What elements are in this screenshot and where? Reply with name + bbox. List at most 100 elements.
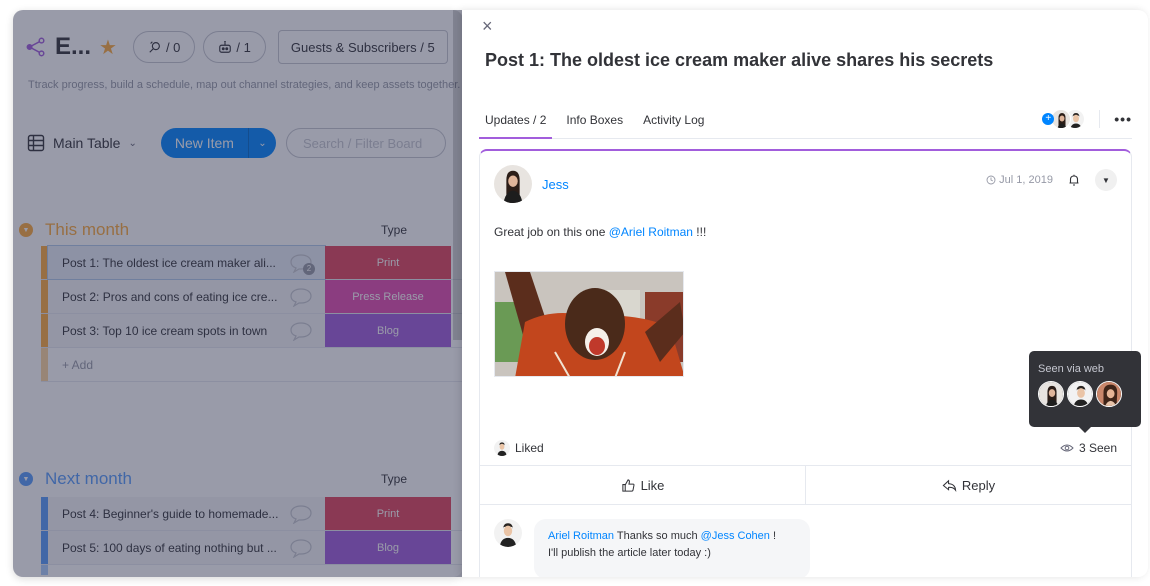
- reply-text: Thanks so much: [614, 530, 701, 542]
- tab-updates[interactable]: Updates / 2: [478, 106, 553, 139]
- new-item-button[interactable]: New Item ⌄: [160, 128, 276, 158]
- reply-text-line2: I'll publish the article later today :): [548, 547, 711, 559]
- group-collapse-icon[interactable]: ▼: [19, 472, 33, 486]
- group-collapse-icon[interactable]: ▼: [19, 223, 33, 237]
- avatar[interactable]: [494, 519, 522, 547]
- add-item-row[interactable]: + Add: [41, 348, 463, 382]
- row-group-indicator: [41, 565, 48, 575]
- row-group-indicator: [41, 314, 48, 347]
- view-selector[interactable]: Main Table ⌄: [27, 134, 137, 152]
- star-icon[interactable]: ★: [99, 35, 117, 60]
- activity-search-icon: [149, 41, 160, 53]
- liked-by[interactable]: Liked: [494, 440, 544, 456]
- robot-icon: [219, 41, 232, 53]
- item-name-cell[interactable]: Post 1: The oldest ice cream maker ali..…: [47, 245, 326, 280]
- more-options-icon[interactable]: •••: [1114, 111, 1132, 127]
- updates-bubble-icon[interactable]: [289, 321, 313, 342]
- board-description[interactable]: Ttrack progress, build a schedule, map o…: [28, 77, 463, 93]
- update-card: Jess Jul 1, 2019 ▼ Great job on this one…: [479, 149, 1141, 577]
- type-cell[interactable]: Blog: [325, 531, 451, 564]
- avatar: [1038, 381, 1064, 407]
- body-text: !!!: [692, 225, 707, 239]
- row-group-indicator: [41, 348, 48, 381]
- group-title[interactable]: Next month: [45, 469, 132, 489]
- row-group-indicator: [41, 497, 48, 530]
- item-name: Post 4: Beginner's guide to homemade...: [62, 506, 279, 521]
- row-group-indicator: [41, 531, 48, 564]
- board-toolbar: Main Table ⌄ New Item ⌄ Search / Filter …: [27, 128, 446, 158]
- reply-label: Reply: [961, 477, 996, 493]
- table-row[interactable]: Post 1: The oldest ice cream maker ali..…: [41, 245, 463, 280]
- avatar[interactable]: [494, 165, 532, 203]
- item-name: Post 2: Pros and cons of eating ice cre.…: [62, 289, 278, 304]
- group-this-month: ▼ This month Type Post 1: The oldest ice…: [19, 218, 463, 382]
- update-date: Jul 1, 2019: [986, 174, 1053, 186]
- update-menu-button[interactable]: ▼: [1095, 169, 1117, 191]
- item-subscribers[interactable]: + •••: [1042, 106, 1132, 132]
- updates-bubble-icon[interactable]: [289, 538, 313, 559]
- item-name-cell[interactable]: Post 3: Top 10 ice cream spots in town: [48, 314, 325, 347]
- type-cell[interactable]: Print: [325, 497, 451, 530]
- group-title[interactable]: This month: [45, 220, 129, 240]
- table-row[interactable]: Post 2: Pros and cons of eating ice cre.…: [41, 280, 463, 314]
- likes-row: Liked 3 Seen: [494, 437, 1117, 459]
- updates-count: 2: [303, 262, 315, 275]
- reply-button[interactable]: Reply: [805, 466, 1131, 504]
- tab-activity-log[interactable]: Activity Log: [643, 106, 704, 138]
- search-filter-input[interactable]: Search / Filter Board: [285, 128, 446, 158]
- reply-item: Ariel Roitman Thanks so much @Jess Cohen…: [494, 519, 810, 577]
- reply-bubble: Ariel Roitman Thanks so much @Jess Cohen…: [534, 519, 810, 577]
- bell-icon[interactable]: [1067, 173, 1081, 187]
- column-header-type[interactable]: Type: [381, 472, 407, 486]
- activity-button[interactable]: / 0: [132, 31, 196, 63]
- divider: [1099, 110, 1101, 128]
- mention-link[interactable]: @Jess Cohen: [701, 530, 770, 542]
- like-label: Like: [640, 477, 665, 493]
- activity-count: / 0: [165, 39, 181, 55]
- table-row[interactable]: Post 5: 100 days of eating nothing but .…: [41, 531, 463, 565]
- avatar: [494, 440, 510, 456]
- view-label: Main Table: [53, 135, 121, 151]
- board-view: E... ★ / 0 / 1 Guests & Subscribers / 5 …: [13, 10, 463, 577]
- item-name: Post 3: Top 10 ice cream spots in town: [62, 323, 268, 338]
- updates-bubble-icon[interactable]: [289, 287, 313, 308]
- automation-count: / 1: [236, 39, 251, 55]
- item-name-cell[interactable]: Post 2: Pros and cons of eating ice cre.…: [48, 280, 325, 313]
- seen-count[interactable]: 3 Seen: [1060, 441, 1117, 455]
- like-button[interactable]: Like: [480, 466, 805, 504]
- item-name-cell[interactable]: Post 4: Beginner's guide to homemade...: [48, 497, 325, 530]
- guests-subscribers-button[interactable]: Guests & Subscribers / 5: [277, 30, 448, 64]
- table-row[interactable]: Post 3: Top 10 ice cream spots in town B…: [41, 314, 463, 348]
- column-header-type[interactable]: Type: [381, 223, 407, 237]
- type-cell[interactable]: Blog: [325, 314, 451, 347]
- close-icon[interactable]: ×: [482, 16, 493, 37]
- table-row: [41, 565, 463, 575]
- tab-info-boxes[interactable]: Info Boxes: [566, 106, 623, 138]
- item-name: Post 5: 100 days of eating nothing but .…: [62, 540, 277, 555]
- reply-author[interactable]: Ariel Roitman: [548, 530, 614, 542]
- mention-link[interactable]: @Ariel Roitman: [609, 225, 693, 239]
- board-header: E... ★ / 0 / 1 Guests & Subscribers / 5: [25, 30, 448, 64]
- share-icon[interactable]: [25, 36, 47, 58]
- clock-icon: [986, 175, 996, 185]
- eye-icon: [1060, 444, 1074, 452]
- table-row[interactable]: Post 4: Beginner's guide to homemade... …: [41, 497, 463, 531]
- avatar: [1096, 381, 1122, 407]
- item-name-cell[interactable]: Post 5: 100 days of eating nothing but .…: [48, 531, 325, 564]
- board-title[interactable]: E...: [55, 33, 91, 61]
- thumbs-up-icon: [621, 478, 635, 492]
- updates-bubble-icon[interactable]: 2: [289, 253, 315, 275]
- chevron-down-icon[interactable]: ⌄: [247, 128, 276, 158]
- type-cell[interactable]: Print: [325, 246, 451, 279]
- type-cell[interactable]: Press Release: [325, 280, 451, 313]
- new-item-label[interactable]: New Item: [161, 135, 248, 151]
- add-item-input[interactable]: + Add: [48, 348, 462, 381]
- updates-bubble-icon[interactable]: [289, 504, 313, 525]
- item-title[interactable]: Post 1: The oldest ice cream maker alive…: [485, 50, 993, 71]
- update-gif-image[interactable]: [494, 271, 684, 377]
- item-tabs: Updates / 2 Info Boxes Activity Log: [478, 106, 1132, 139]
- group-next-month: ▼ Next month Type Post 4: Beginner's gui…: [19, 467, 463, 575]
- author-name[interactable]: Jess: [542, 177, 569, 192]
- seen-label: 3 Seen: [1078, 441, 1117, 455]
- automations-button[interactable]: / 1: [203, 31, 266, 63]
